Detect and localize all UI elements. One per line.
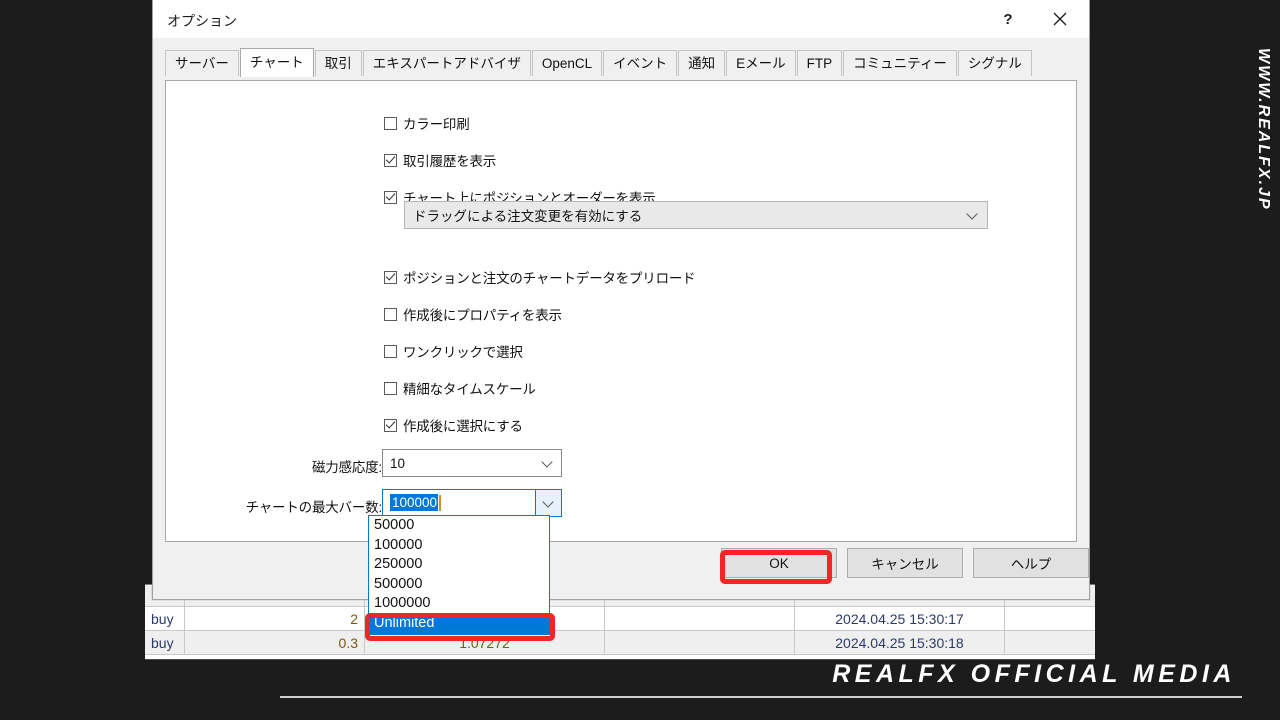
site-watermark: WWW.REALFX.JP [1238,14,1272,244]
dropdown-option-100000[interactable]: 100000 [369,536,549,556]
cell-volume: 2 [185,607,365,630]
screenshot-stage: buy 0.5 2024.04.25 09:40:01 buy 2 2024.0… [0,0,1280,720]
cell-end [1005,631,1095,654]
checkbox-label: ポジションと注文のチャートデータをプリロード [403,267,695,287]
checkbox-label: 精細なタイムスケール [403,378,536,398]
checkbox-preload-chart-data[interactable]: ポジションと注文のチャートデータをプリロード [384,267,695,287]
close-icon[interactable] [1037,0,1083,38]
checkbox-fine-time-scale[interactable]: 精細なタイムスケール [384,378,536,398]
dialog-title: オプション [167,11,237,31]
checkbox-box[interactable] [384,154,397,167]
checkbox-box[interactable] [384,345,397,358]
max-bars-label: チャートの最大バー数: [174,496,382,516]
magnet-sensitivity-label: 磁力感応度: [204,456,382,476]
bottom-banner: REALFX OFFICIAL MEDIA [0,660,1280,720]
tab-community[interactable]: コミュニティー [843,50,957,76]
checkbox-show-trade-history[interactable]: 取引履歴を表示 [384,150,496,170]
tab-notifications[interactable]: 通知 [678,50,725,76]
chevron-down-icon [967,209,979,221]
checkbox-color-print[interactable]: カラー印刷 [384,113,470,133]
tab-opencl[interactable]: OpenCL [532,50,602,76]
drag-order-modification-select[interactable]: ドラッグによる注文変更を有効にする [404,201,988,229]
table-row[interactable]: buy 0.3 1.07272 2024.04.25 15:30:18 [145,631,1095,655]
cell-type: buy [145,607,185,630]
checkbox-label: ワンクリックで選択 [403,341,523,361]
cell-end [1005,607,1095,630]
max-bars-value-wrap: 100000 [383,495,535,511]
tab-server[interactable]: サーバー [165,50,239,76]
cancel-button[interactable]: キャンセル [847,548,963,578]
dropdown-option-250000[interactable]: 250000 [369,555,549,575]
dropdown-option-1000000[interactable]: 1000000 [369,594,549,614]
tab-trade[interactable]: 取引 [315,50,362,76]
checkbox-label: 作成後に選択にする [403,415,523,435]
tab-events[interactable]: イベント [603,50,677,76]
dropdown-option-50000[interactable]: 50000 [369,516,549,536]
tab-signals[interactable]: シグナル [958,50,1032,76]
banner-divider [280,696,1242,698]
cell-sl [605,607,795,630]
tab-chart[interactable]: チャート [240,48,314,77]
checkbox-label: カラー印刷 [403,113,470,133]
table-row[interactable]: buy 2 2024.04.25 15:30:17 [145,607,1095,631]
checkbox-one-click-select[interactable]: ワンクリックで選択 [384,341,523,361]
cell-type: buy [145,631,185,654]
cell-time: 2024.04.25 15:30:17 [795,607,1005,630]
checkbox-show-properties-after-create[interactable]: 作成後にプロパティを表示 [384,304,562,324]
cell-volume: 0.3 [185,631,365,654]
checkbox-box[interactable] [384,191,397,204]
tab-ftp[interactable]: FTP [797,50,843,76]
chevron-down-icon[interactable] [535,490,561,516]
bottom-banner-text: REALFX OFFICIAL MEDIA [832,660,1236,689]
options-dialog: オプション ? サーバー チャート 取引 エキスパートアドバイザ OpenCL … [152,0,1090,600]
tab-strip: サーバー チャート 取引 エキスパートアドバイザ OpenCL イベント 通知 … [165,48,1089,76]
checkbox-box[interactable] [384,382,397,395]
checkbox-select-after-create[interactable]: 作成後に選択にする [384,415,523,435]
max-bars-combobox[interactable]: 100000 [382,489,562,517]
cell-sl [605,631,795,654]
help-button[interactable]: ヘルプ [973,548,1089,578]
checkbox-label: 取引履歴を表示 [403,150,496,170]
checkbox-box[interactable] [384,419,397,432]
max-bars-dropdown-list[interactable]: 50000 100000 250000 500000 1000000 Unlim… [368,515,550,635]
cell-time: 2024.04.25 15:30:18 [795,631,1005,654]
magnet-sensitivity-combobox[interactable]: 10 [382,449,562,477]
chevron-down-icon[interactable] [535,450,561,476]
magnet-sensitivity-value: 10 [383,456,535,471]
ok-button[interactable]: OK [721,548,837,578]
checkbox-box[interactable] [384,308,397,321]
checkbox-box[interactable] [384,271,397,284]
drag-order-modification-value: ドラッグによる注文変更を有効にする [413,205,642,225]
tab-expert-advisors[interactable]: エキスパートアドバイザ [363,50,531,76]
dropdown-option-unlimited[interactable]: Unlimited [369,614,549,634]
dropdown-option-500000[interactable]: 500000 [369,575,549,595]
checkbox-box[interactable] [384,117,397,130]
tab-email[interactable]: Eメール [726,50,796,76]
checkbox-label: 作成後にプロパティを表示 [403,304,562,324]
text-caret [439,495,441,511]
dialog-titlebar: オプション ? [153,0,1089,38]
chart-tab-panel: カラー印刷 取引履歴を表示 チャート上にポジションとオーダーを表示 ドラッグによ… [165,80,1077,542]
max-bars-value: 100000 [390,494,438,511]
help-icon[interactable]: ? [985,0,1031,38]
